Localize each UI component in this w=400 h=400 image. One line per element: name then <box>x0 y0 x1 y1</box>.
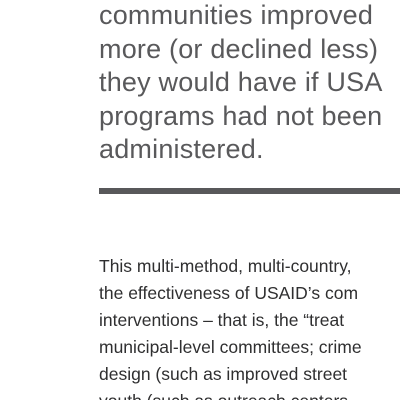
section-divider <box>99 188 400 194</box>
pull-quote-line: they would have if USA <box>99 67 383 98</box>
pull-quote-line: administered. <box>99 134 264 165</box>
pull-quote-line: programs had not been <box>99 100 383 131</box>
document-page: communities improved more (or declined l… <box>0 0 400 400</box>
body-line: This multi-method, multi-country, <box>99 256 352 276</box>
body-line: the effectiveness of USAID’s com <box>99 283 359 303</box>
pull-quote-line: communities improved <box>99 0 374 30</box>
body-paragraph: This multi-method, multi-country, the ef… <box>99 253 362 400</box>
body-line: interventions – that is, the “treat <box>99 310 345 330</box>
body-line: municipal-level committees; crime <box>99 337 362 357</box>
body-line: design (such as improved street <box>99 364 348 384</box>
body-line: youth (such as outreach centers <box>99 388 362 400</box>
pull-quote: communities improved more (or declined l… <box>99 0 383 167</box>
pull-quote-line: more (or declined less) <box>99 33 379 64</box>
